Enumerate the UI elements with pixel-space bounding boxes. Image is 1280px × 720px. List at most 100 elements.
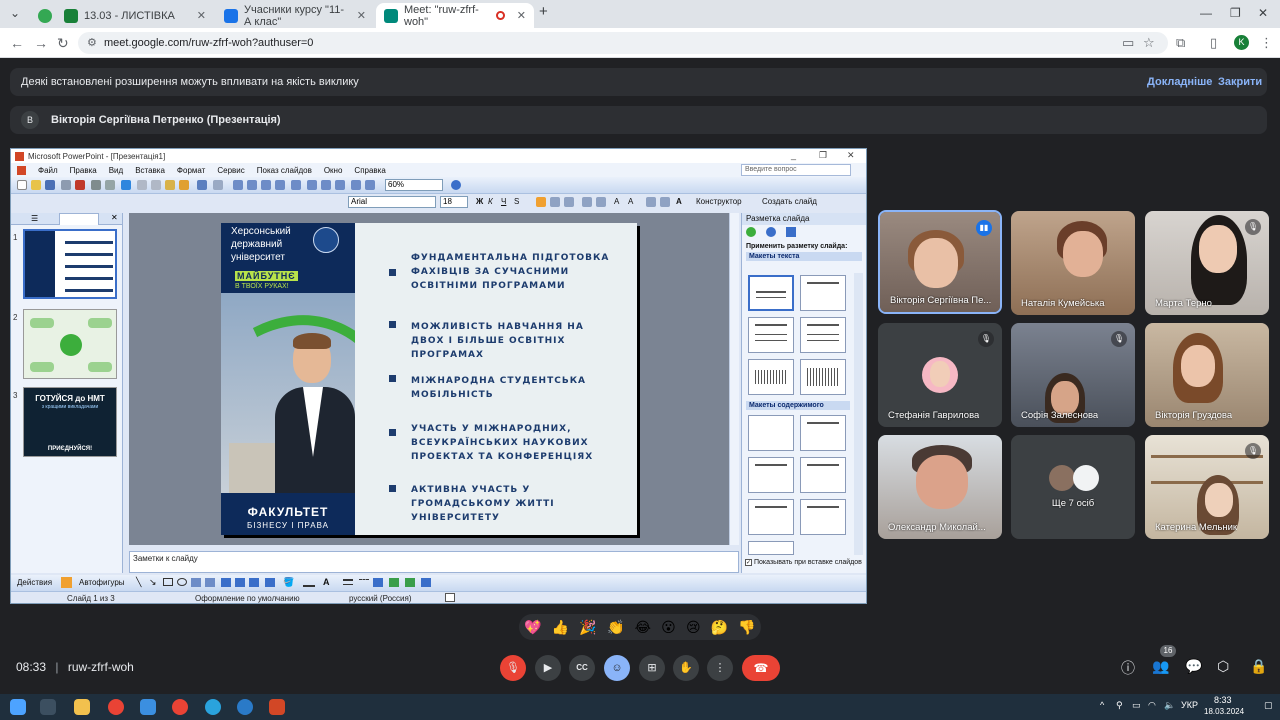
participant-tile[interactable]: Олександр Миколай... — [878, 435, 1002, 539]
menu-format[interactable]: Формат — [177, 166, 205, 175]
chrome-icon[interactable] — [108, 699, 124, 715]
site-info-icon[interactable]: ⚙ — [87, 36, 97, 49]
help-icon[interactable] — [451, 180, 461, 190]
reaction-laugh-icon[interactable]: 😂 — [635, 619, 651, 636]
tray-chevron-icon[interactable]: ^ — [1100, 700, 1104, 710]
autoshapes-menu[interactable]: Автофигуры — [79, 578, 125, 587]
layout-title-only[interactable] — [800, 275, 846, 311]
thumb-slide-2[interactable] — [23, 309, 117, 379]
meeting-details-icon[interactable]: ⓘ — [1121, 658, 1135, 678]
layout-title-text[interactable] — [748, 317, 794, 353]
email-icon[interactable] — [75, 180, 85, 190]
profile-avatar[interactable]: K — [1234, 35, 1249, 50]
close-icon[interactable]: ✕ — [517, 9, 526, 22]
ppt-close-icon[interactable]: ✕ — [847, 150, 855, 161]
menu-edit[interactable]: Правка — [70, 166, 97, 175]
speaker-notes-input[interactable]: Заметки к слайду — [129, 551, 739, 573]
menu-help[interactable]: Справка — [354, 166, 385, 175]
reaction-surprised-icon[interactable]: 😮 — [661, 619, 676, 636]
shadow-style-icon[interactable] — [389, 578, 399, 587]
leave-call-button[interactable]: ☎ — [742, 655, 780, 681]
participant-tile[interactable]: 🎙 Софія Залеснова — [1011, 323, 1135, 427]
tab-classroom[interactable]: Учасники курсу "11-А клас" ✕ — [216, 3, 374, 28]
picture-icon[interactable] — [249, 578, 259, 587]
show-on-insert-checkbox[interactable]: ✓ Показывать при вставке слайдов — [745, 559, 862, 566]
layout-blank[interactable] — [748, 415, 794, 451]
tab-meet[interactable]: Meet: "ruw-zfrf-woh" ✕ — [376, 3, 534, 28]
align-center-icon[interactable] — [550, 197, 560, 207]
back-icon[interactable]: ← — [10, 35, 24, 51]
thumb-slide-1[interactable] — [23, 229, 117, 299]
image-icon[interactable] — [265, 578, 275, 587]
increase-indent-icon[interactable] — [660, 197, 670, 207]
reaction-thinking-icon[interactable]: 🤔 — [711, 619, 728, 636]
line-style-icon[interactable] — [343, 579, 353, 585]
align-right-icon[interactable] — [564, 197, 574, 207]
actions-menu[interactable]: Действия — [17, 578, 52, 587]
ppt-minimize-icon[interactable]: _ — [791, 150, 796, 160]
tab-listivka[interactable]: 13.03 - ЛИСТІВКА ✕ — [56, 3, 214, 28]
host-controls-icon[interactable]: 🔒 — [1250, 658, 1267, 675]
activities-icon[interactable]: ⬡ — [1217, 658, 1229, 675]
url-input[interactable]: ⚙ meet.google.com/ruw-zfrf-woh?authuser=… — [78, 32, 1168, 54]
menu-file[interactable]: Файл — [38, 166, 58, 175]
present-screen-button[interactable]: ⊞ — [639, 655, 665, 681]
keyboard-language[interactable]: УКР — [1181, 700, 1198, 710]
pinned-tab[interactable] — [30, 3, 52, 28]
bookmark-star-icon[interactable]: ☆ — [1143, 35, 1155, 51]
side-panel-icon[interactable]: ▯ — [1210, 35, 1217, 51]
align-left-icon[interactable] — [536, 197, 546, 207]
tab-search-icon[interactable]: ⌄ — [10, 6, 20, 20]
font-color-icon[interactable]: A — [676, 197, 682, 206]
participant-tile[interactable]: 🎙 Марта Терно — [1145, 211, 1269, 315]
layout-vertical-text[interactable] — [748, 359, 794, 395]
layout-content[interactable] — [800, 415, 846, 451]
participant-tile[interactable]: 🎙 Стефанія Гаврилова — [878, 323, 1002, 427]
new-slide-small-icon[interactable] — [351, 180, 361, 190]
captions-button[interactable]: CC — [569, 655, 595, 681]
format-painter-icon[interactable] — [179, 180, 189, 190]
redo-icon[interactable] — [213, 180, 223, 190]
taskpane-scrollbar[interactable] — [854, 273, 863, 555]
participant-tile-more[interactable]: Ще 7 осіб — [1011, 435, 1135, 539]
open-icon[interactable] — [31, 180, 41, 190]
people-icon[interactable]: 👥 — [1152, 658, 1169, 675]
layout-two-columns[interactable] — [800, 317, 846, 353]
show-formatting-icon[interactable] — [307, 180, 317, 190]
new-tab-icon[interactable]: + — [539, 3, 548, 20]
designer-button[interactable]: Конструктор — [696, 197, 742, 206]
preview-icon[interactable] — [105, 180, 115, 190]
arrow-style-icon[interactable] — [373, 578, 383, 587]
checkbox-icon[interactable]: ✓ — [745, 559, 752, 566]
layout-content-2[interactable] — [748, 457, 794, 493]
reaction-sad-icon[interactable]: 😢 — [686, 619, 701, 636]
chart-icon[interactable] — [233, 180, 243, 190]
textbox-icon[interactable] — [191, 578, 201, 587]
volume-icon[interactable]: 🔈 — [1164, 700, 1175, 711]
reaction-thumbs-up-icon[interactable]: 👍 — [552, 619, 569, 636]
line-color-icon[interactable] — [303, 578, 315, 587]
taskbar-date[interactable]: 18.03.2024 — [1204, 707, 1244, 716]
menu-tools[interactable]: Сервис — [217, 166, 244, 175]
oval-icon[interactable] — [177, 578, 187, 586]
font-size-select[interactable]: 18 — [440, 196, 468, 208]
reaction-thumbs-down-icon[interactable]: 👎 — [738, 619, 755, 636]
undo-icon[interactable] — [197, 180, 207, 190]
dismiss-banner-button[interactable]: Закрити — [1218, 76, 1262, 88]
new-icon[interactable] — [17, 180, 27, 190]
more-options-button[interactable]: ⋮ — [707, 655, 733, 681]
powerpoint-taskbar-icon[interactable] — [269, 699, 285, 715]
grid-icon[interactable] — [321, 180, 331, 190]
minimize-icon[interactable]: — — [1200, 6, 1212, 20]
participant-tile[interactable]: ▮▮ Вікторія Сергіївна Пе... — [878, 210, 1002, 314]
decrease-indent-icon[interactable] — [646, 197, 656, 207]
tables-icon[interactable] — [261, 180, 271, 190]
telegram-icon[interactable] — [205, 699, 221, 715]
bullets-icon[interactable] — [596, 197, 606, 207]
start-icon[interactable] — [10, 699, 26, 715]
extensions-icon[interactable]: ⧉ — [1176, 35, 1185, 51]
menu-slideshow[interactable]: Показ слайдов — [257, 166, 312, 175]
increase-font-icon[interactable]: A — [614, 197, 619, 206]
canvas-scrollbar[interactable] — [729, 213, 739, 545]
wifi-icon[interactable]: ◠ — [1148, 700, 1156, 711]
